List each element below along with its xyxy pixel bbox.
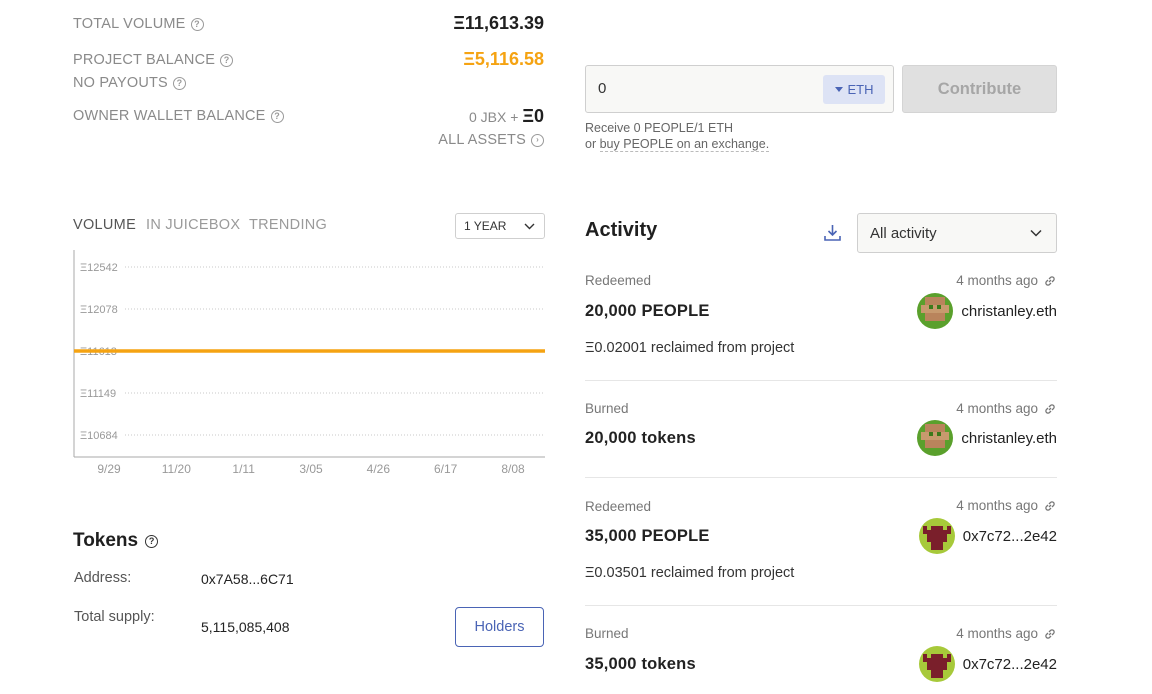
tab-in-juicebox[interactable]: IN JUICEBOX (146, 217, 240, 233)
no-payouts-label-text: NO PAYOUTS (73, 75, 168, 91)
x-tick-label: 3/05 (299, 462, 323, 476)
avatar (917, 293, 954, 329)
exchange-prefix: or (585, 137, 597, 151)
activity-item-user[interactable]: 0x7c72...2e42 (918, 646, 1057, 682)
activity-item-type: Redeemed (585, 499, 652, 514)
y-tick-label: Ξ11149 (80, 388, 116, 400)
currency-label: ETH (847, 82, 874, 97)
activity-item-type: Burned (585, 626, 629, 641)
help-icon[interactable]: ? (172, 76, 186, 90)
activity-item-time[interactable]: 4 months ago (956, 498, 1057, 513)
activity-item-amount: 35,000 PEOPLE (585, 527, 710, 545)
project-balance-label-text: PROJECT BALANCE (73, 52, 216, 68)
contribute-button[interactable]: Contribute (902, 65, 1057, 113)
chevron-down-icon (1030, 229, 1042, 237)
supply-label: Total supply: (74, 609, 155, 625)
x-tick-label: 1/11 (232, 462, 255, 476)
activity-item-note: Ξ0.02001 reclaimed from project (585, 340, 795, 356)
activity-item-time[interactable]: 4 months ago (956, 626, 1057, 641)
activity-filter-value: All activity (870, 224, 937, 242)
all-assets-text: ALL ASSETS (438, 132, 526, 148)
owner-wallet-jbx: 0 JBX + (468, 109, 519, 125)
y-tick-label: Ξ12542 (80, 262, 118, 274)
activity-user-name: 0x7c72...2e42 (962, 655, 1057, 673)
activity-item-amount: 20,000 tokens (585, 429, 696, 447)
tab-volume[interactable]: VOLUME (73, 217, 136, 233)
activity-user-name: christanley.eth (961, 302, 1057, 320)
activity-item-user[interactable]: christanley.eth (917, 420, 1057, 456)
address-value[interactable]: 0x7A58...6C71 (201, 571, 294, 587)
tokens-title: Tokens ? (73, 530, 159, 552)
x-tick-label: 9/29 (97, 462, 121, 476)
tokens-title-text: Tokens (73, 530, 139, 551)
help-icon[interactable]: ? (220, 53, 234, 67)
exchange-hint: or buy PEOPLE on an exchange. (585, 137, 770, 152)
link-icon (1045, 403, 1055, 414)
address-label: Address: (74, 570, 132, 586)
supply-value: 5,115,085,408 (201, 619, 290, 635)
owner-wallet-label-text: OWNER WALLET BALANCE (73, 108, 266, 124)
activity-item-amount: 20,000 PEOPLE (585, 302, 710, 320)
activity-item-time[interactable]: 4 months ago (956, 273, 1057, 288)
no-payouts-label: NO PAYOUTS ? (73, 75, 186, 91)
range-select-value: 1 YEAR (464, 219, 507, 233)
exchange-link[interactable]: buy PEOPLE on an exchange. (599, 137, 770, 152)
owner-wallet-value: 0 JBX + Ξ0 (469, 106, 544, 127)
owner-wallet-label: OWNER WALLET BALANCE ? (73, 108, 284, 124)
x-tick-label: 6/17 (434, 462, 458, 476)
divider (585, 605, 1057, 606)
total-volume-label-text: TOTAL VOLUME (73, 16, 186, 32)
project-balance-label: PROJECT BALANCE ? (73, 52, 234, 68)
total-volume-value: Ξ11,613.39 (453, 13, 544, 33)
project-balance-value: Ξ5,116.58 (463, 49, 544, 69)
chevron-down-icon (524, 223, 535, 229)
x-tick-label: 8/08 (501, 462, 525, 476)
link-icon (1045, 628, 1055, 639)
tab-trending[interactable]: TRENDING (249, 217, 327, 233)
divider (585, 477, 1057, 478)
activity-item-user[interactable]: christanley.eth (917, 293, 1057, 329)
y-tick-label: Ξ10684 (80, 430, 118, 442)
download-icon[interactable] (823, 223, 842, 242)
help-icon[interactable]: ? (190, 17, 204, 31)
activity-time-text: 4 months ago (956, 498, 1038, 513)
activity-item-type: Redeemed (585, 273, 652, 288)
y-tick-label: Ξ12078 (80, 304, 118, 316)
total-volume-label: TOTAL VOLUME ? (73, 16, 204, 32)
pay-amount-box: ETH (585, 65, 894, 113)
pay-amount-input[interactable] (598, 80, 798, 97)
divider (585, 380, 1057, 381)
caret-down-icon (834, 87, 843, 92)
chevron-right-icon: › (531, 133, 544, 147)
activity-title: Activity (585, 219, 658, 241)
activity-item-time[interactable]: 4 months ago (956, 401, 1057, 416)
activity-item-user[interactable]: 0x7c72...2e42 (918, 518, 1057, 554)
activity-item-amount: 35,000 tokens (585, 655, 696, 673)
x-tick-label: 4/26 (367, 462, 391, 476)
help-icon[interactable]: ? (145, 534, 159, 548)
activity-filter-select[interactable]: All activity (857, 213, 1057, 253)
activity-time-text: 4 months ago (956, 401, 1038, 416)
activity-user-name: christanley.eth (961, 429, 1057, 447)
holders-button[interactable]: Holders (455, 607, 544, 647)
activity-item-note: Ξ0.03501 reclaimed from project (585, 565, 795, 581)
activity-time-text: 4 months ago (956, 273, 1038, 288)
owner-wallet-eth: Ξ0 (522, 106, 544, 126)
activity-item-type: Burned (585, 401, 629, 416)
currency-toggle[interactable]: ETH (823, 75, 885, 104)
avatar (918, 646, 955, 682)
receive-rate-text: Receive 0 PEOPLE/1 ETH (585, 121, 733, 135)
avatar (918, 518, 955, 554)
link-icon (1045, 500, 1055, 511)
range-select[interactable]: 1 YEAR (455, 213, 545, 239)
volume-chart: Ξ12542Ξ12078Ξ11613Ξ11149Ξ106849/29 11/20 1… (73, 250, 545, 476)
activity-time-text: 4 months ago (956, 626, 1038, 641)
activity-user-name: 0x7c72...2e42 (962, 527, 1057, 545)
link-icon (1045, 275, 1055, 286)
x-tick-label: 11/20 (162, 462, 191, 476)
avatar (917, 420, 954, 456)
all-assets-link[interactable]: ALL ASSETS › (438, 132, 544, 148)
help-icon[interactable]: ? (270, 109, 284, 123)
